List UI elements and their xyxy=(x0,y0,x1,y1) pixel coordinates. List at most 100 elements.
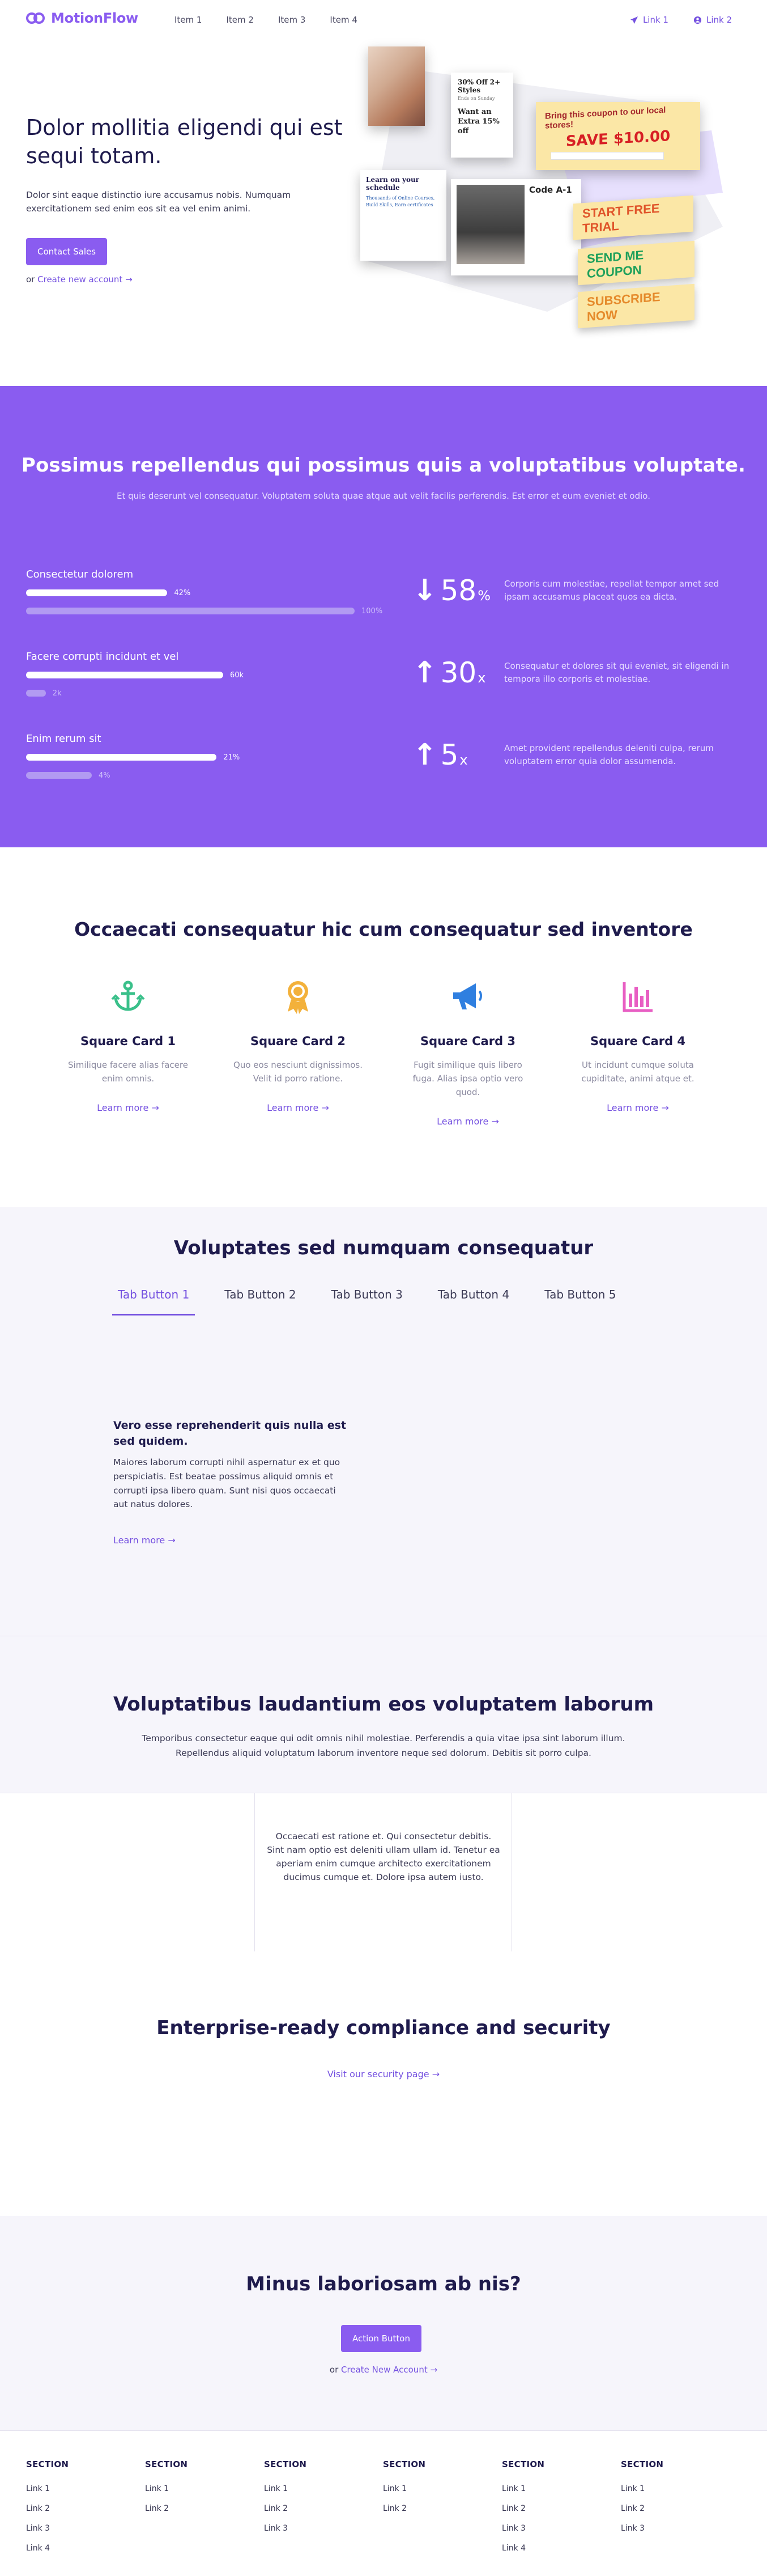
cta-create-account-link[interactable]: Create New Account → xyxy=(341,2365,437,2375)
feature-learn-more-link[interactable]: Learn more → xyxy=(213,1102,383,1113)
footer-link-2[interactable]: Link 2 xyxy=(26,2504,128,2513)
stats-subtitle: Et quis deserunt vel consequatur. Volupt… xyxy=(117,491,650,501)
cta-create-account-label: Create New Account xyxy=(341,2365,428,2375)
stat-value: 5 xyxy=(440,739,459,771)
features-title: Occaecati consequatur hic cum consequatu… xyxy=(74,918,693,940)
stat-bar-primary-fill xyxy=(26,672,223,678)
footer-link-3[interactable]: Link 3 xyxy=(264,2524,366,2533)
arrow-right-icon: → xyxy=(432,2069,440,2080)
footer-column-5: SECTION Link 1 Link 2 Link 3 Link 4 xyxy=(502,2459,604,2564)
bar-chart-icon xyxy=(620,978,656,1014)
nav-item-3[interactable]: Item 3 xyxy=(278,15,305,25)
feature-learn-more-link[interactable]: Learn more → xyxy=(553,1102,723,1113)
feature-learn-more-label: Learn more xyxy=(267,1102,319,1113)
feature-learn-more-link[interactable]: Learn more → xyxy=(383,1116,553,1127)
tab-button-3[interactable]: Tab Button 3 xyxy=(326,1288,408,1315)
stats-section: Possimus repellendus qui possimus quis a… xyxy=(0,386,767,847)
footer-link-2[interactable]: Link 2 xyxy=(502,2504,604,2513)
tab-button-5[interactable]: Tab Button 5 xyxy=(539,1288,621,1315)
footer-column-heading: SECTION xyxy=(264,2459,307,2469)
robot-card: Code A-1 xyxy=(451,179,581,275)
stat-bar-secondary: 4% xyxy=(26,771,110,780)
tab-button-4[interactable]: Tab Button 4 xyxy=(432,1288,515,1315)
footer-link-2[interactable]: Link 2 xyxy=(621,2504,723,2513)
footer-link-1[interactable]: Link 1 xyxy=(145,2484,247,2493)
cta-title: Minus laboriosam ab nis? xyxy=(246,2273,521,2295)
action-button[interactable]: Action Button xyxy=(341,2325,421,2352)
main-nav: Item 1 Item 2 Item 3 Item 4 xyxy=(174,15,357,25)
tab-button-2[interactable]: Tab Button 2 xyxy=(219,1288,301,1315)
arrow-right-icon: → xyxy=(125,274,133,285)
arrow-right-icon: → xyxy=(661,1102,669,1113)
footer-link-1[interactable]: Link 1 xyxy=(621,2484,723,2493)
stat-bar-secondary-label: 100% xyxy=(361,606,383,616)
security-page-link[interactable]: Visit our security page → xyxy=(0,2069,767,2080)
header-link-1[interactable]: Link 1 xyxy=(630,15,668,25)
footer-link-2[interactable]: Link 2 xyxy=(145,2504,247,2513)
footer-link-1[interactable]: Link 1 xyxy=(383,2484,485,2493)
coupon-card-price: SAVE $10.00 xyxy=(565,128,671,150)
footer-link-3[interactable]: Link 3 xyxy=(621,2524,723,2533)
feature-learn-more-link[interactable]: Learn more → xyxy=(43,1102,213,1113)
testimonials-section: Voluptatibus laudantium eos voluptatem l… xyxy=(0,1636,767,1951)
stat-label: Consectetur dolorem xyxy=(26,568,134,580)
tab-learn-more-link[interactable]: Learn more → xyxy=(113,1535,176,1546)
footer-column-heading: SECTION xyxy=(502,2459,545,2469)
tab-list: Tab Button 1 Tab Button 2 Tab Button 3 T… xyxy=(112,1288,621,1315)
hero-subtitle: Dolor sint eaque distinctio iure accusam… xyxy=(26,190,291,214)
feature-card-4: Square Card 4 Ut incidunt cumque soluta c… xyxy=(553,978,723,1113)
coupon-card: Bring this coupon to our local stores! S… xyxy=(536,102,700,170)
stat-value: 30 xyxy=(440,656,477,689)
coupon-card-title: Bring this coupon to our local stores! xyxy=(545,105,666,131)
footer-link-4[interactable]: Link 4 xyxy=(26,2544,128,2553)
arrow-right-icon: → xyxy=(151,1102,159,1113)
stat-highlight: ↑ 5 x xyxy=(412,739,468,771)
create-account-link[interactable]: Create new account → xyxy=(37,274,133,285)
logo[interactable]: MotionFlow xyxy=(26,10,138,26)
footer-link-1[interactable]: Link 1 xyxy=(502,2484,604,2493)
footer-link-4[interactable]: Link 4 xyxy=(502,2544,604,2553)
footer-column-2: SECTION Link 1 Link 2 xyxy=(145,2459,247,2524)
stat-bar-secondary-fill xyxy=(26,608,355,614)
feature-card-title: Square Card 1 xyxy=(80,1034,176,1048)
user-circle-icon xyxy=(693,16,702,24)
stat-bar-primary-label: 42% xyxy=(174,588,191,597)
fashion-photo xyxy=(368,46,425,126)
feature-card-title: Square Card 2 xyxy=(250,1034,346,1048)
or-text: or xyxy=(26,274,35,285)
tab-button-1[interactable]: Tab Button 1 xyxy=(112,1288,195,1315)
nav-item-2[interactable]: Item 2 xyxy=(226,15,253,25)
footer-link-3[interactable]: Link 3 xyxy=(26,2524,128,2533)
footer-link-2[interactable]: Link 2 xyxy=(264,2504,366,2513)
hero-illustration: 30% Off 2+ Styles Ends on Sunday Want an… xyxy=(360,45,734,329)
testimonial-grid: Occaecati est ratione et. Qui consectetu… xyxy=(0,1793,767,1951)
tab-content-title: Vero esse reprehenderit quis nulla est s… xyxy=(113,1419,347,1448)
hero-title: Dolor mollitia eligendi qui est sequi to… xyxy=(26,115,343,169)
footer-column-3: SECTION Link 1 Link 2 Link 3 xyxy=(264,2459,366,2544)
nav-item-4[interactable]: Item 4 xyxy=(330,15,357,25)
footer-link-1[interactable]: Link 1 xyxy=(264,2484,366,2493)
nav-item-1[interactable]: Item 1 xyxy=(174,15,202,25)
testimonial-column-3 xyxy=(512,1793,767,1951)
arrow-right-icon: → xyxy=(430,2365,438,2375)
footer-link-2[interactable]: Link 2 xyxy=(383,2504,485,2513)
cta-section: Minus laboriosam ab nis? Action Button o… xyxy=(0,2216,767,2430)
stat-description: Corporis cum molestiae, repellat tempor … xyxy=(504,579,719,602)
award-icon xyxy=(280,978,316,1014)
feature-card-2: Square Card 2 Quo eos nesciunt dignissimo… xyxy=(213,978,383,1113)
feature-card-3: Square Card 3 Fugit similique quis libero… xyxy=(383,978,553,1127)
discount-card-body: Want an Extra 15% off xyxy=(458,108,500,135)
footer-column-heading: SECTION xyxy=(621,2459,664,2469)
footer-link-1[interactable]: Link 1 xyxy=(26,2484,128,2493)
header-link-2[interactable]: Link 2 xyxy=(693,15,732,25)
tabs-section: Voluptates sed numquam consequatur Tab B… xyxy=(0,1207,767,1636)
arrow-down-icon: ↓ xyxy=(412,574,437,608)
stat-suffix: % xyxy=(478,588,491,604)
stat-highlight: ↓ 58% xyxy=(412,574,491,607)
footer-link-3[interactable]: Link 3 xyxy=(502,2524,604,2533)
feature-learn-more-label: Learn more xyxy=(607,1102,659,1113)
contact-sales-button[interactable]: Contact Sales xyxy=(26,238,108,265)
site-footer: SECTION Link 1 Link 2 Link 3 Link 4 SECTION Li… xyxy=(0,2430,767,2576)
feature-card-1: Square Card 1 Similique facere alias face… xyxy=(43,978,213,1113)
tab-content-body: Maiores laborum corrupti nihil aspernatu… xyxy=(113,1457,340,1510)
